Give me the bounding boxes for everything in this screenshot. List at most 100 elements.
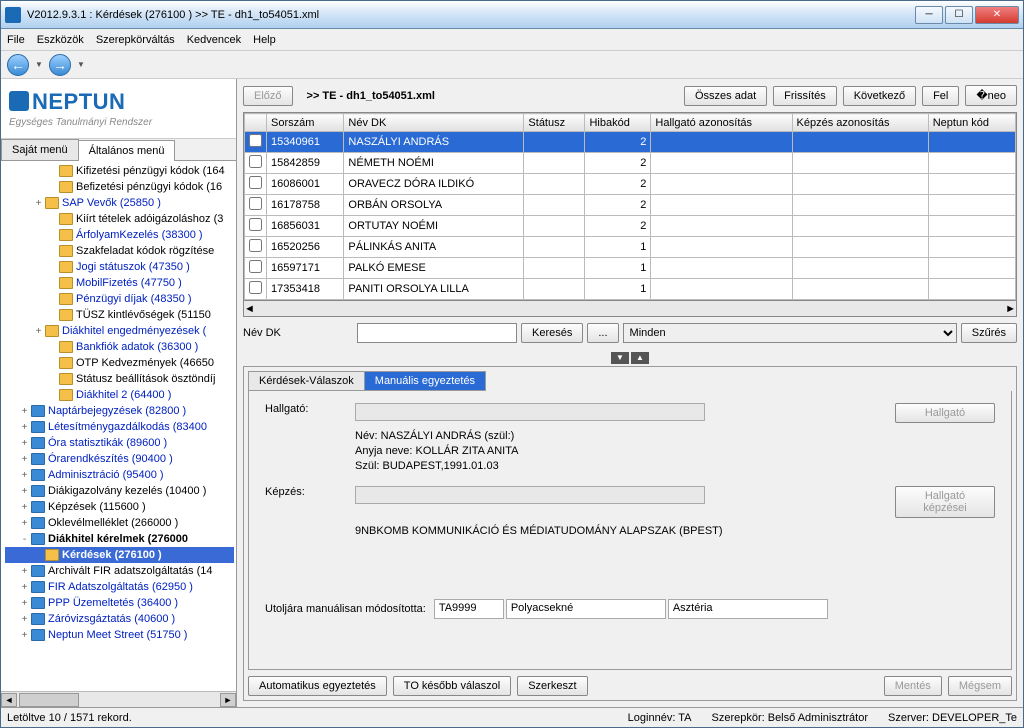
tree-item[interactable]: +Diákigazolvány kezelés (10400 )	[5, 483, 234, 499]
tree-item[interactable]: -Diákhitel kérelmek (276000	[5, 531, 234, 547]
prev-button[interactable]: Előző	[243, 86, 293, 106]
logo-icon	[9, 91, 29, 111]
status-bar: Letöltve 10 / 1571 rekord. Loginnév: TA …	[1, 707, 1023, 727]
tree-item[interactable]: +SAP Vevők (25850 )	[5, 195, 234, 211]
save-button[interactable]: Mentés	[884, 676, 942, 696]
nav-toolbar: ← ▼ → ▼	[1, 51, 1023, 79]
next-button[interactable]: Következő	[843, 86, 916, 106]
maximize-button[interactable]: ☐	[945, 6, 973, 24]
tree-item[interactable]: +Óra statisztikák (89600 )	[5, 435, 234, 451]
status-server: Szerver: DEVELOPER_Te	[888, 712, 1017, 724]
tree-item[interactable]: Kifizetési pénzügyi kódok (164	[5, 163, 234, 179]
left-panel: NEPTUN Egységes Tanulmányi Rendszer Sajá…	[1, 79, 237, 707]
tab-questions[interactable]: Kérdések-Válaszok	[248, 371, 365, 391]
szures-button[interactable]: Szűrés	[961, 323, 1017, 343]
tree-item[interactable]: +Diákhitel engedményezések (	[5, 323, 234, 339]
filter-input[interactable]	[357, 323, 517, 343]
tree-item[interactable]: +Képzések (115600 )	[5, 499, 234, 515]
student-button[interactable]: Hallgató	[895, 403, 995, 423]
tree-item[interactable]: +Neptun Meet Street (51750 )	[5, 627, 234, 643]
menu-tools[interactable]: Eszközök	[37, 34, 84, 46]
tree-item[interactable]: Pénzügyi díjak (48350 )	[5, 291, 234, 307]
menu-roleswitch[interactable]: Szerepkörváltás	[96, 34, 175, 46]
up-button[interactable]: Fel	[922, 86, 959, 106]
breadcrumb-path: >> TE - dh1_to54051.xml	[307, 90, 435, 102]
all-data-button[interactable]: Összes adat	[684, 86, 767, 106]
tree-item[interactable]: +Archivált FIR adatszolgáltatás (14	[5, 563, 234, 579]
tree-item[interactable]: +FIR Adatszolgáltatás (62950 )	[5, 579, 234, 595]
tree-item[interactable]: +Záróvizsgáztatás (40600 )	[5, 611, 234, 627]
menu-help[interactable]: Help	[253, 34, 276, 46]
cancel-button[interactable]: Mégsem	[948, 676, 1012, 696]
training-label: Képzés:	[265, 486, 355, 498]
logo-area: NEPTUN Egységes Tanulmányi Rendszer	[1, 79, 236, 139]
tree-item[interactable]: +Oklevélmelléklet (266000 )	[5, 515, 234, 531]
tree-item[interactable]: +Órarendkészítés (90400 )	[5, 451, 234, 467]
scroll-left-icon[interactable]: ◄	[1, 693, 17, 707]
titlebar: V2012.9.3.1 : Kérdések (276100 ) >> TE -…	[1, 1, 1023, 29]
nav-back-dropdown[interactable]: ▼	[33, 54, 45, 76]
nav-forward-dropdown[interactable]: ▼	[75, 54, 87, 76]
detail-panel: Kérdések-Válaszok Manuális egyeztetés Ha…	[243, 366, 1017, 701]
tree-item[interactable]: Státusz beállítások ösztöndíj	[5, 371, 234, 387]
status-role: Szerepkör: Belső Adminisztrátor	[711, 712, 868, 724]
answer-later-button[interactable]: TO később válaszol	[393, 676, 511, 696]
tree-item[interactable]: +PPP Üzemeltetés (36400 )	[5, 595, 234, 611]
app-window: V2012.9.3.1 : Kérdések (276100 ) >> TE -…	[0, 0, 1024, 728]
tree-item[interactable]: +Naptárbejegyzések (82800 )	[5, 403, 234, 419]
tree-view[interactable]: Kifizetési pénzügyi kódok (164Befizetési…	[1, 161, 236, 691]
tab-manual-match[interactable]: Manuális egyeztetés	[364, 371, 486, 391]
app-icon	[5, 7, 21, 23]
menu-file[interactable]: File	[7, 34, 25, 46]
filter-bar: Név DK Keresés ... Minden Szűrés	[243, 323, 1017, 343]
grid-scroll-left-icon[interactable]: ◄	[244, 303, 255, 315]
tree-item[interactable]: +Létesítménygazdálkodás (83400	[5, 419, 234, 435]
filter-label: Név DK	[243, 327, 353, 339]
window-title: V2012.9.3.1 : Kérdések (276100 ) >> TE -…	[27, 9, 915, 21]
scroll-right-icon[interactable]: ►	[220, 693, 236, 707]
browse-button[interactable]: ...	[587, 323, 618, 343]
minimize-button[interactable]: ─	[915, 6, 943, 24]
tree-item[interactable]: Szakfeladat kódok rögzítése	[5, 243, 234, 259]
tree-item[interactable]: Bankfiók adatok (36300 )	[5, 339, 234, 355]
close-button[interactable]: ✕	[975, 6, 1019, 24]
student-info: Név: NASZÁLYI ANDRÁS (szül:) Anyja neve:…	[355, 429, 995, 474]
lastmod-user: TA9999	[434, 599, 504, 619]
auto-match-button[interactable]: Automatikus egyeztetés	[248, 676, 387, 696]
grid-hscroll[interactable]: ◄ ►	[243, 301, 1017, 317]
tree-item[interactable]: OTP Kedvezmények (46650	[5, 355, 234, 371]
grid-scroll-right-icon[interactable]: ►	[1005, 303, 1016, 315]
tree-item[interactable]: Jogi státuszok (47350 )	[5, 259, 234, 275]
tree-item[interactable]: MobilFizetés (47750 )	[5, 275, 234, 291]
data-grid[interactable]: SorszámNév DKStátuszHibakódHallgató azon…	[243, 112, 1017, 301]
tree-item[interactable]: Kiírt tételek adóigázoláshoz (3	[5, 211, 234, 227]
nav-back-button[interactable]: ←	[7, 54, 29, 76]
tree-item[interactable]: Befizetési pénzügyi kódok (16	[5, 179, 234, 195]
edit-button[interactable]: Szerkeszt	[517, 676, 587, 696]
tab-own-menu[interactable]: Saját menü	[1, 139, 79, 160]
tree-hscroll[interactable]: ◄ ►	[1, 691, 236, 707]
nav-forward-button[interactable]: →	[49, 54, 71, 76]
tree-item[interactable]: +Adminisztráció (95400 )	[5, 467, 234, 483]
training-info: 9NBKOMB KOMMUNIKÁCIÓ ÉS MÉDIATUDOMÁNY AL…	[355, 524, 995, 539]
pin-button[interactable]: �neo	[965, 85, 1017, 106]
status-records: Letöltve 10 / 1571 rekord.	[7, 712, 132, 724]
student-label: Hallgató:	[265, 403, 355, 415]
training-field	[355, 486, 705, 504]
splitter-arrows[interactable]: ▼▲	[243, 351, 1017, 364]
left-tabs: Saját menü Általános menü	[1, 139, 236, 161]
refresh-button[interactable]: Frissítés	[773, 86, 837, 106]
tree-item[interactable]: TÜSZ kintlévőségek (51150	[5, 307, 234, 323]
status-login: Loginnév: TA	[628, 712, 692, 724]
student-field	[355, 403, 705, 421]
logo-subtitle: Egységes Tanulmányi Rendszer	[9, 117, 228, 128]
tree-item[interactable]: Kérdések (276100 )	[5, 547, 234, 563]
tree-item[interactable]: ÁrfolyamKezelés (38300 )	[5, 227, 234, 243]
menu-favorites[interactable]: Kedvencek	[187, 34, 241, 46]
search-button[interactable]: Keresés	[521, 323, 583, 343]
tree-item[interactable]: Diákhitel 2 (64400 )	[5, 387, 234, 403]
scroll-thumb[interactable]	[19, 693, 79, 707]
filter-select[interactable]: Minden	[623, 323, 957, 343]
tab-general-menu[interactable]: Általános menü	[78, 140, 176, 161]
training-button[interactable]: Hallgató képzései	[895, 486, 995, 518]
